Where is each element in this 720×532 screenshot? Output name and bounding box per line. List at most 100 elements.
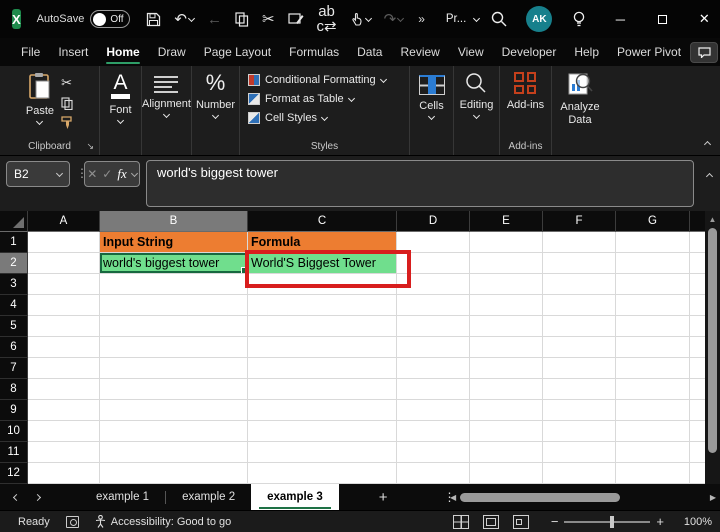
copy-button[interactable] xyxy=(61,97,73,110)
row-header-10[interactable]: 10 xyxy=(0,421,28,442)
lightbulb-icon[interactable] xyxy=(559,0,599,38)
tab-page-layout[interactable]: Page Layout xyxy=(195,38,280,66)
cell-D2[interactable] xyxy=(397,253,470,274)
row-header-3[interactable]: 3 xyxy=(0,274,28,295)
cell-C8[interactable] xyxy=(248,379,397,400)
cell-F8[interactable] xyxy=(543,379,616,400)
macro-record-icon[interactable] xyxy=(65,515,79,528)
cell-A9[interactable] xyxy=(28,400,100,421)
search-icon[interactable] xyxy=(479,0,519,38)
cut-icon[interactable]: ✂ xyxy=(262,12,275,27)
collapse-formula-bar-icon[interactable] xyxy=(705,172,714,181)
cell-C2[interactable]: World'S Biggest Tower xyxy=(248,253,397,274)
cell-F11[interactable] xyxy=(543,442,616,463)
cell-E3[interactable] xyxy=(470,274,543,295)
scroll-left-icon[interactable]: ◀ xyxy=(450,493,456,502)
number-button[interactable]: % Number xyxy=(196,72,235,119)
cell-D10[interactable] xyxy=(397,421,470,442)
cell-E8[interactable] xyxy=(470,379,543,400)
cell-A1[interactable] xyxy=(28,232,100,253)
cell-F2[interactable] xyxy=(543,253,616,274)
cell-F7[interactable] xyxy=(543,358,616,379)
cell-D7[interactable] xyxy=(397,358,470,379)
close-button[interactable]: ✕ xyxy=(683,0,720,38)
enter-icon[interactable]: ✓ xyxy=(102,167,112,181)
minimize-button[interactable]: ─ xyxy=(599,0,641,38)
cell-G3[interactable] xyxy=(616,274,690,295)
tab-power-pivot[interactable]: Power Pivot xyxy=(608,38,690,66)
insert-function-icon[interactable]: fx xyxy=(117,166,126,182)
row-header-9[interactable]: 9 xyxy=(0,400,28,421)
row-header-4[interactable]: 4 xyxy=(0,295,28,316)
tab-help[interactable]: Help xyxy=(565,38,608,66)
back-icon[interactable]: ← xyxy=(207,12,222,27)
tab-review[interactable]: Review xyxy=(391,38,448,66)
styles-item-format-as-table[interactable]: Format as Table xyxy=(248,93,386,105)
tab-file[interactable]: File xyxy=(12,38,49,66)
cell-C5[interactable] xyxy=(248,316,397,337)
row-header-5[interactable]: 5 xyxy=(0,316,28,337)
cell-G8[interactable] xyxy=(616,379,690,400)
column-header-C[interactable]: C xyxy=(248,211,397,232)
cell-B12[interactable] xyxy=(100,463,248,484)
cell-D4[interactable] xyxy=(397,295,470,316)
cell-E9[interactable] xyxy=(470,400,543,421)
translate-icon[interactable]: ab c⇄ xyxy=(317,4,337,34)
styles-item-cell-styles[interactable]: Cell Styles xyxy=(248,112,386,124)
cell-D11[interactable] xyxy=(397,442,470,463)
cells-button[interactable]: Cells xyxy=(418,72,445,120)
tab-view[interactable]: View xyxy=(449,38,493,66)
normal-view-button[interactable] xyxy=(452,514,469,529)
cell-D1[interactable] xyxy=(397,232,470,253)
tab-developer[interactable]: Developer xyxy=(493,38,566,66)
column-header-D[interactable]: D xyxy=(397,211,470,232)
collapse-ribbon-icon[interactable] xyxy=(703,140,712,149)
cell-E11[interactable] xyxy=(470,442,543,463)
cell-C12[interactable] xyxy=(248,463,397,484)
avatar[interactable]: AK xyxy=(519,0,559,38)
cell-B11[interactable] xyxy=(100,442,248,463)
cell-F1[interactable] xyxy=(543,232,616,253)
copy-icon[interactable] xyxy=(235,11,249,27)
cell-E10[interactable] xyxy=(470,421,543,442)
cell-E6[interactable] xyxy=(470,337,543,358)
cell-F9[interactable] xyxy=(543,400,616,421)
cell-D5[interactable] xyxy=(397,316,470,337)
cell-G4[interactable] xyxy=(616,295,690,316)
accessibility-status[interactable]: Accessibility: Good to go xyxy=(95,515,231,528)
cell-E2[interactable] xyxy=(470,253,543,274)
horizontal-scroll-thumb[interactable] xyxy=(460,492,621,502)
vertical-scrollbar[interactable]: ▲ xyxy=(705,211,720,484)
cell-F5[interactable] xyxy=(543,316,616,337)
cut-button[interactable]: ✂ xyxy=(61,75,72,91)
row-header-7[interactable]: 7 xyxy=(0,358,28,379)
cell-A5[interactable] xyxy=(28,316,100,337)
tab-draw[interactable]: Draw xyxy=(149,38,195,66)
cell-F4[interactable] xyxy=(543,295,616,316)
cell-F3[interactable] xyxy=(543,274,616,295)
autosave-toggle[interactable]: Off xyxy=(90,10,131,28)
cell-G11[interactable] xyxy=(616,442,690,463)
cell-A6[interactable] xyxy=(28,337,100,358)
cell-G9[interactable] xyxy=(616,400,690,421)
zoom-slider[interactable] xyxy=(564,515,651,528)
cell-B3[interactable] xyxy=(100,274,248,295)
tab-insert[interactable]: Insert xyxy=(49,38,97,66)
cell-F6[interactable] xyxy=(543,337,616,358)
document-title[interactable]: Pr... xyxy=(446,13,481,25)
paste-button[interactable]: Paste xyxy=(26,72,54,129)
maximize-button[interactable] xyxy=(641,0,683,38)
cell-A11[interactable] xyxy=(28,442,100,463)
cell-G5[interactable] xyxy=(616,316,690,337)
tab-formulas[interactable]: Formulas xyxy=(280,38,348,66)
column-header-G[interactable]: G xyxy=(616,211,690,232)
sheet-tab-example-1[interactable]: example 1 xyxy=(80,484,165,510)
cell-C1[interactable]: Formula xyxy=(248,232,397,253)
toolbar-overflow-icon[interactable]: » xyxy=(418,12,425,26)
row-header-1[interactable]: 1 xyxy=(0,232,28,253)
cell-G12[interactable] xyxy=(616,463,690,484)
cell-C3[interactable] xyxy=(248,274,397,295)
column-header-B[interactable]: B xyxy=(100,211,248,232)
touch-mode-icon[interactable] xyxy=(350,12,372,26)
cell-B4[interactable] xyxy=(100,295,248,316)
